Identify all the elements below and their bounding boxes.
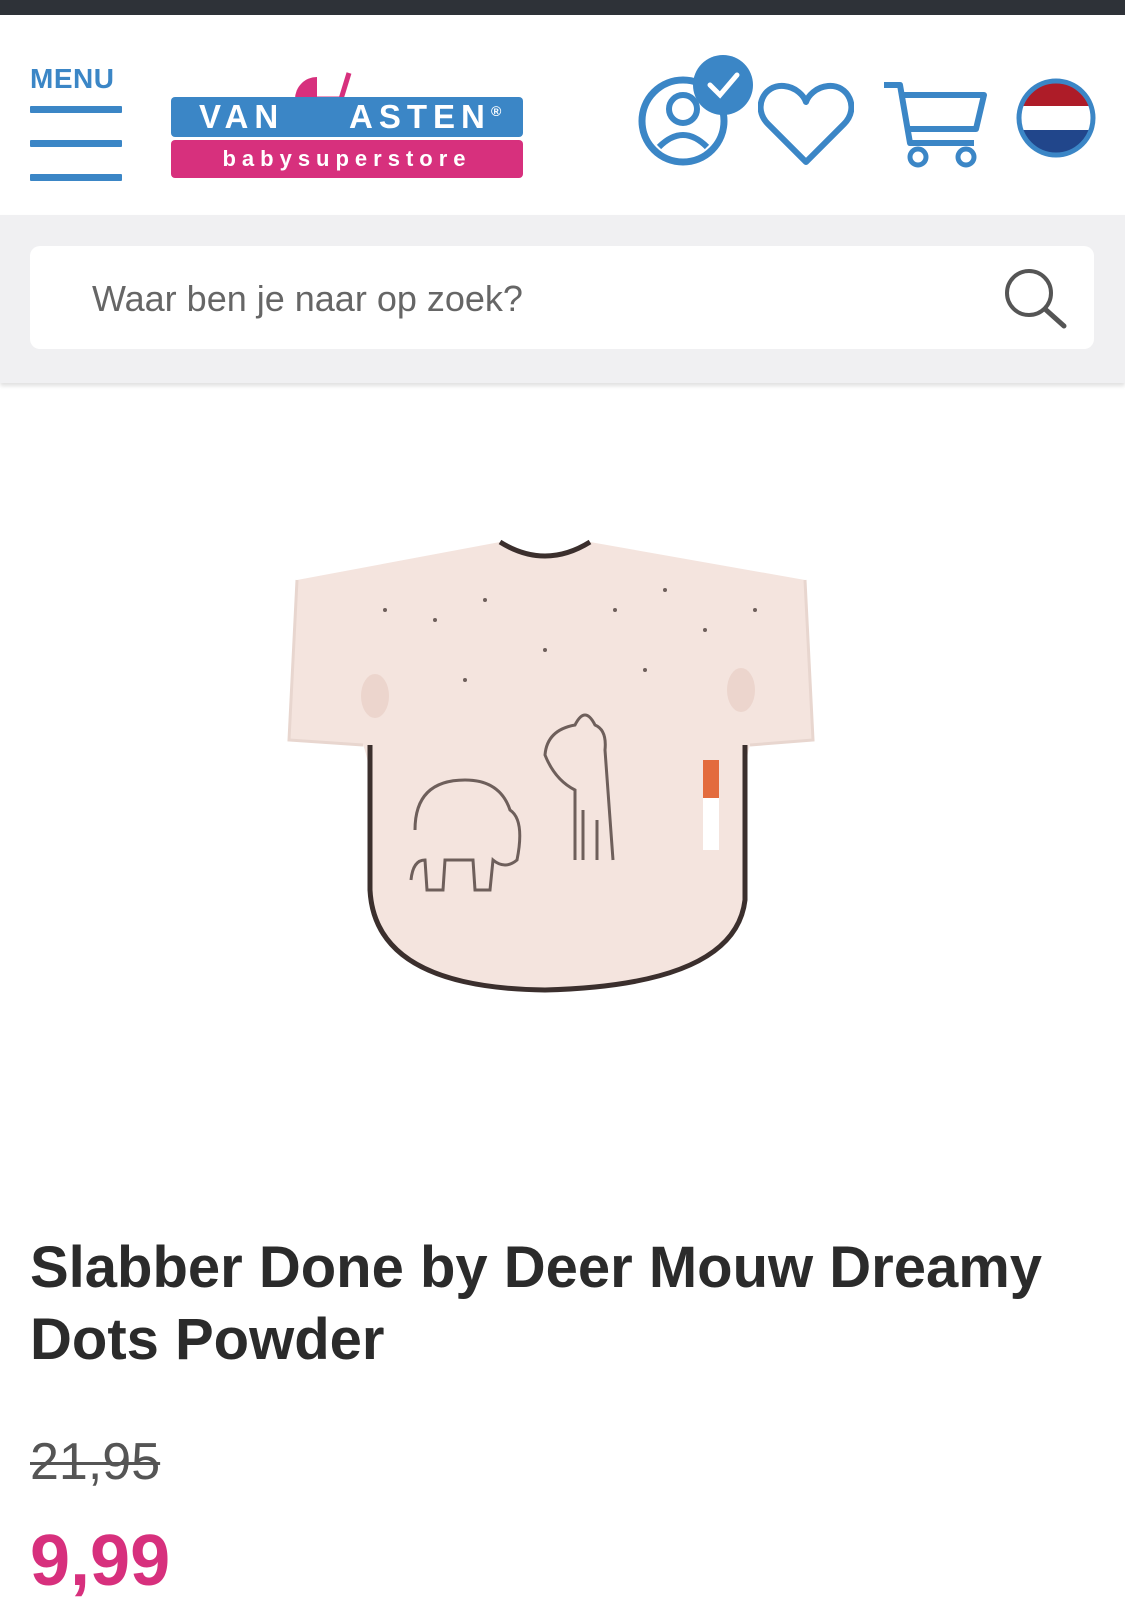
menu-button[interactable]: MENU	[30, 45, 125, 185]
site-header: MENU VAN ASTEN ® babysuperstore	[0, 15, 1125, 215]
menu-label: MENU	[30, 63, 115, 94]
menu-bar-icon	[30, 174, 122, 181]
logo-van-text: VAN	[199, 98, 285, 135]
search-box[interactable]	[30, 246, 1094, 351]
cart-icon[interactable]	[880, 65, 990, 175]
menu-bar-icon	[30, 140, 122, 147]
sale-price: 9,99	[30, 1521, 171, 1601]
product-image[interactable]	[285, 530, 845, 1020]
search-icon[interactable]	[1002, 266, 1068, 332]
old-price: 21,95	[30, 1433, 161, 1491]
search-bar	[0, 215, 1125, 383]
product-title: Slabber Done by Deer Mouw Dreamy Dots Po…	[30, 1235, 1043, 1372]
logo-asten-text: ASTEN	[349, 98, 491, 135]
logo[interactable]: VAN ASTEN ® babysuperstore	[171, 67, 523, 179]
menu-bar-icon	[30, 106, 122, 113]
logo-registered-mark: ®	[491, 103, 502, 119]
heart-icon[interactable]	[758, 80, 854, 170]
status-bar	[0, 0, 1125, 15]
flag-nl-icon[interactable]	[1015, 77, 1097, 159]
search-input[interactable]	[90, 246, 994, 351]
account-icon[interactable]	[633, 41, 753, 181]
logo-top-band: VAN ASTEN ®	[171, 97, 523, 137]
logo-bottom-band: babysuperstore	[171, 140, 523, 178]
